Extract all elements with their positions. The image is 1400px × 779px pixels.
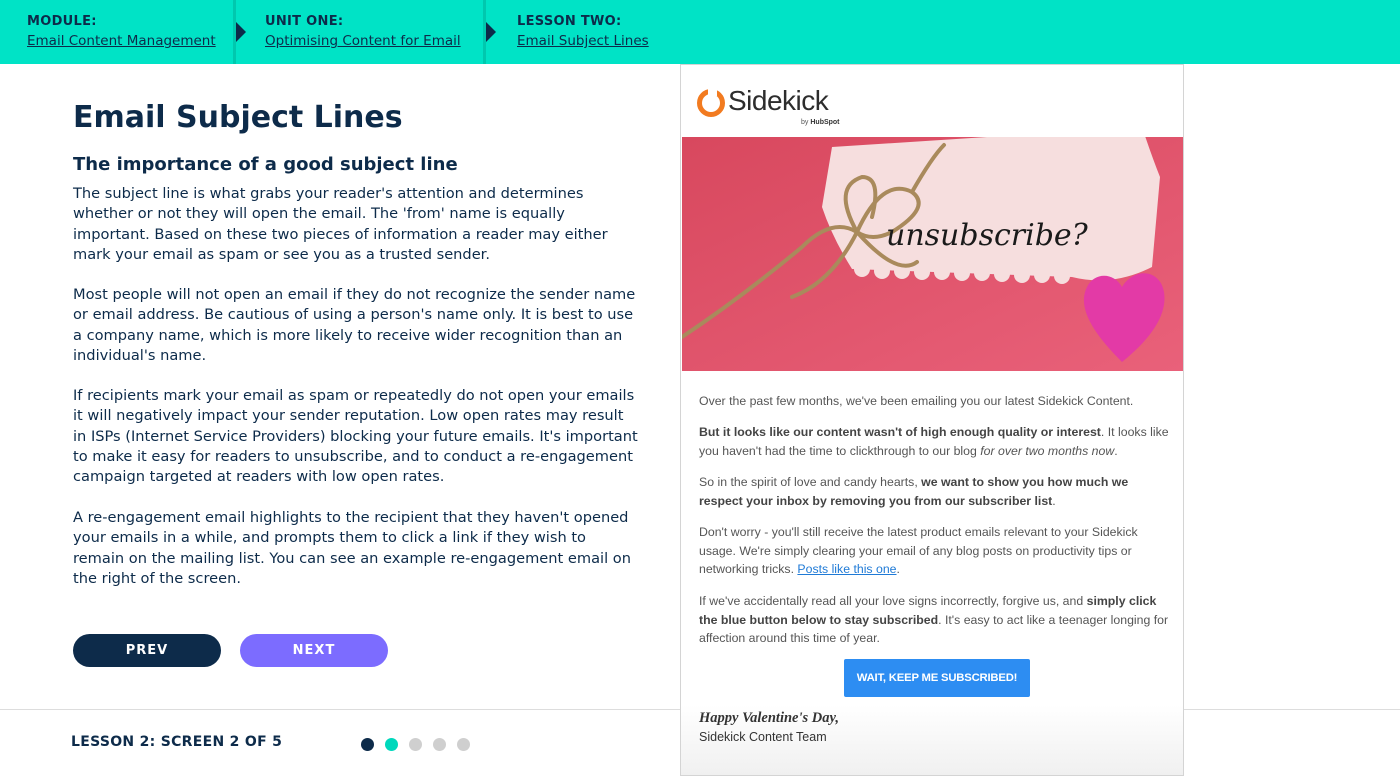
breadcrumb-unit-link[interactable]: Optimising Content for Email (265, 33, 461, 49)
keep-subscribed-button[interactable]: WAIT, KEEP ME SUBSCRIBED! (844, 659, 1030, 697)
next-button[interactable]: NEXT (240, 634, 388, 667)
email-signoff: Happy Valentine's Day, (699, 710, 840, 726)
screen-dot-4[interactable] (433, 738, 446, 751)
email-paragraph: Over the past few months, we've been ema… (699, 394, 1134, 408)
page-title: Email Subject Lines (73, 100, 403, 135)
logo-text: Sidekick (728, 85, 829, 116)
section-subtitle: The importance of a good subject line (73, 154, 458, 175)
logo-by: by (801, 119, 809, 126)
email-paragraph: So in the spirit of love and candy heart… (699, 473, 1173, 510)
prev-button[interactable]: PREV (73, 634, 221, 667)
lesson-paragraph: The subject line is what grabs your read… (73, 185, 608, 263)
email-text: . (896, 562, 900, 576)
lesson-paragraph: Most people will not open an email if th… (73, 286, 636, 364)
email-paragraph: If we've accidentally read all your love… (699, 592, 1173, 648)
breadcrumb-lesson-link[interactable]: Email Subject Lines (517, 33, 649, 49)
breadcrumb-unit-label: UNIT ONE: (265, 14, 344, 29)
screen-dot-2[interactable] (385, 738, 398, 751)
breadcrumb-module-link[interactable]: Email Content Management (27, 33, 216, 49)
breadcrumb-bar: MODULE: Email Content Management UNIT ON… (0, 0, 1400, 64)
lesson-paragraph: A re-engagement email highlights to the … (73, 509, 631, 587)
posts-link[interactable]: Posts like this one (797, 562, 896, 576)
hero-illustration: unsubscribe? (682, 137, 1183, 371)
email-text: Don't worry - you'll still receive the l… (699, 525, 1138, 576)
hero-image: unsubscribe? (682, 137, 1183, 371)
email-paragraph: Don't worry - you'll still receive the l… (699, 523, 1173, 579)
email-text: So in the spirit of love and candy heart… (699, 475, 922, 489)
email-text: . (1114, 443, 1118, 458)
lesson-paragraph: If recipients mark your email as spam or… (73, 387, 638, 486)
screen-dot-1[interactable] (361, 738, 374, 751)
breadcrumb-module-label: MODULE: (27, 14, 97, 29)
email-text: . (1052, 493, 1056, 508)
screen-progress-label: LESSON 2: SCREEN 2 OF 5 (71, 734, 283, 750)
logo-ring-icon (697, 87, 725, 117)
screen-dot-3[interactable] (409, 738, 422, 751)
screen-dot-5[interactable] (457, 738, 470, 751)
email-paragraph: But it looks like our content wasn't of … (699, 423, 1173, 460)
email-italic: for over two months now (980, 443, 1115, 458)
sidekick-logo-icon: Sidekick by HubSpot (697, 85, 877, 135)
logo-brand: HubSpot (810, 119, 840, 126)
hero-text: unsubscribe? (886, 218, 1089, 253)
email-text: If we've accidentally read all your love… (699, 594, 1087, 608)
email-team: Sidekick Content Team (699, 730, 827, 744)
email-bold: But it looks like our content wasn't of … (699, 425, 1101, 439)
triangle-right-icon (486, 22, 496, 42)
triangle-right-icon (236, 22, 246, 42)
logo-byline: by HubSpot (801, 119, 840, 126)
breadcrumb-lesson-label: LESSON TWO: (517, 14, 622, 29)
email-preview: Sidekick by HubSpot unsubscribe? Over th… (680, 64, 1184, 776)
